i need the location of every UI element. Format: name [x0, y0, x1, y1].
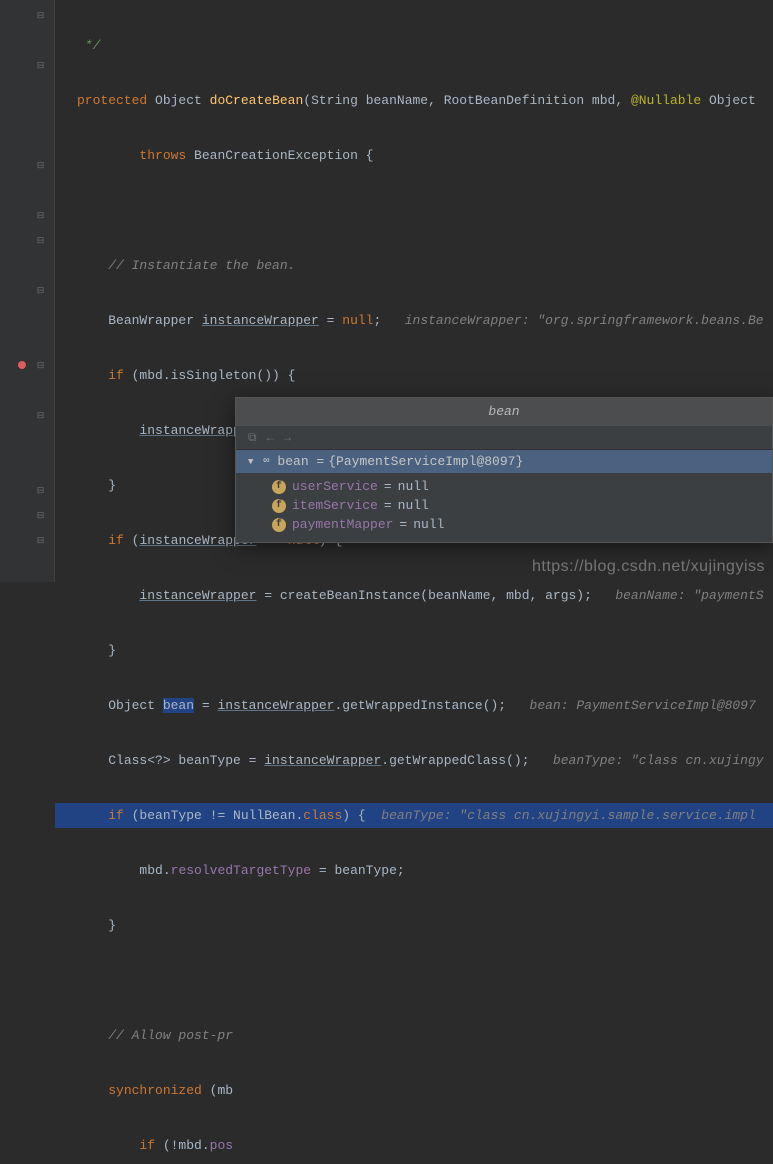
code-null: null	[342, 313, 373, 328]
code-keyword: throws	[139, 148, 186, 163]
code-text: Class<?> beanType =	[108, 753, 264, 768]
code-var: instanceWrapper	[264, 753, 381, 768]
field-icon: f	[272, 480, 286, 494]
root-value: {PaymentServiceImpl@8097}	[328, 454, 523, 469]
code-text: }	[108, 643, 116, 658]
field-value: null	[413, 517, 444, 532]
field-row[interactable]: f paymentMapper = null	[272, 515, 772, 534]
code-text: ) {	[342, 808, 365, 823]
code-text: Object	[701, 93, 756, 108]
popup-children: f userService = null f itemService = nul…	[236, 473, 772, 542]
field-name: paymentMapper	[292, 517, 393, 532]
forward-icon[interactable]: →	[284, 431, 291, 445]
back-icon[interactable]: ←	[267, 431, 274, 445]
history-icon[interactable]: ⧉	[248, 431, 257, 445]
fold-icon[interactable]	[35, 410, 46, 421]
inline-hint: beanType: "class cn.xujingy	[553, 753, 764, 768]
fold-icon[interactable]	[35, 285, 46, 296]
code-text: BeanWrapper	[108, 313, 202, 328]
code-text: = beanType;	[311, 863, 405, 878]
fold-icon[interactable]	[35, 535, 46, 546]
code-text: BeanCreationException {	[194, 148, 373, 163]
fold-icon[interactable]	[35, 360, 46, 371]
fold-icon[interactable]	[35, 160, 46, 171]
field-name: itemService	[292, 498, 378, 513]
fold-icon[interactable]	[35, 235, 46, 246]
code-text: mbd.	[139, 863, 170, 878]
code-keyword: protected	[77, 93, 147, 108]
fold-icon[interactable]	[35, 210, 46, 221]
inline-hint: instanceWrapper: "org.springframework.be…	[405, 313, 764, 328]
fold-icon[interactable]	[35, 510, 46, 521]
code-comment: // Instantiate the bean.	[108, 258, 295, 273]
code-text: (beanType != NullBean.	[124, 808, 303, 823]
inline-hint: bean: PaymentServiceImpl@8097	[530, 698, 756, 713]
inline-hint: beanName: "paymentS	[615, 588, 763, 603]
equals-text: =	[384, 498, 392, 513]
code-field: resolvedTargetType	[171, 863, 311, 878]
code-text: = createBeanInstance(beanName, mbd, args…	[256, 588, 591, 603]
field-row[interactable]: f userService = null	[272, 477, 772, 496]
code-text: .getWrappedInstance();	[334, 698, 506, 713]
popup-title: bean	[236, 398, 772, 426]
fold-icon[interactable]	[35, 10, 46, 21]
code-var: instanceWrapper	[202, 313, 319, 328]
field-value: null	[398, 498, 429, 513]
code-field: pos	[210, 1138, 233, 1153]
popup-root-node[interactable]: ▼ ∞ bean = {PaymentServiceImpl@8097}	[236, 450, 772, 473]
code-var: instanceWrapper	[139, 588, 256, 603]
code-keyword: class	[303, 808, 342, 823]
code-text: (mb	[202, 1083, 233, 1098]
equals-text: =	[384, 479, 392, 494]
field-name: userService	[292, 479, 378, 494]
debug-value-popup: bean ⧉ ← → ▼ ∞ bean = {PaymentServiceImp…	[235, 397, 773, 543]
field-row[interactable]: f itemService = null	[272, 496, 772, 515]
instance-icon: ∞	[263, 456, 269, 467]
code-comment: // Allow post-pr	[108, 1028, 233, 1043]
code-text: Object	[108, 698, 163, 713]
code-text: (	[124, 533, 140, 548]
code-keyword: synchronized	[108, 1083, 202, 1098]
code-text: (mbd.isSingleton()) {	[124, 368, 296, 383]
expand-icon[interactable]: ▼	[248, 457, 253, 467]
current-exec-line: if (beanType != NullBean.class) { beanTy…	[55, 803, 773, 828]
field-value: null	[398, 479, 429, 494]
root-expr: bean =	[277, 454, 324, 469]
gutter	[0, 0, 55, 582]
code-text: =	[319, 313, 342, 328]
selected-text: bean	[163, 698, 194, 713]
equals-text: =	[399, 517, 407, 532]
code-text: }	[108, 478, 116, 493]
field-icon: f	[272, 499, 286, 513]
code-text: }	[108, 918, 116, 933]
fold-icon[interactable]	[35, 485, 46, 496]
code-var: instanceWrapper	[217, 698, 334, 713]
code-annotation: @Nullable	[631, 93, 701, 108]
code-text: ;	[374, 313, 382, 328]
inline-hint: beanType: "class cn.xujingyi.sample.serv…	[381, 808, 755, 823]
code-keyword: if	[108, 808, 124, 823]
fold-icon[interactable]	[35, 60, 46, 71]
code-text: */	[77, 38, 100, 53]
code-method: doCreateBean	[210, 93, 304, 108]
popup-toolbar: ⧉ ← →	[236, 426, 772, 450]
breakpoint-icon[interactable]	[18, 361, 26, 369]
code-text: (!mbd.	[155, 1138, 210, 1153]
code-text: (String beanName, RootBeanDefinition mbd…	[303, 93, 631, 108]
code-keyword: if	[108, 368, 124, 383]
code-text: .getWrappedClass();	[381, 753, 529, 768]
field-icon: f	[272, 518, 286, 532]
code-keyword: if	[139, 1138, 155, 1153]
code-type: Object	[155, 93, 202, 108]
code-text: =	[194, 698, 217, 713]
code-keyword: if	[108, 533, 124, 548]
